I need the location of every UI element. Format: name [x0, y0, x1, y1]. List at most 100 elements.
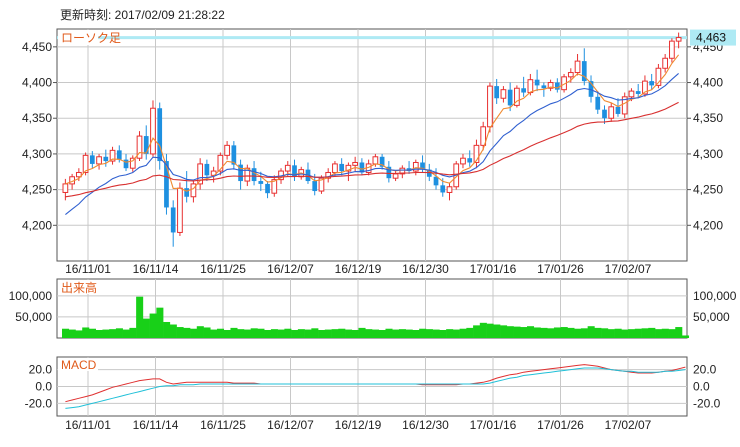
volume-bar [385, 328, 393, 338]
candle-body-up [527, 79, 534, 94]
macd-y-ticks-left: 20.0 0.0 -20.0 [25, 363, 53, 411]
volume-bar [129, 327, 137, 338]
candle-x-tick-label: 16/11/25 [200, 262, 246, 276]
volume-bar [163, 321, 171, 338]
candle-body-up [62, 183, 69, 193]
volume-bar [668, 329, 676, 338]
candle-body-down [265, 183, 270, 194]
candle-body-down [116, 150, 122, 160]
volume-bar [62, 328, 70, 338]
candle-body-up [352, 161, 359, 166]
candle-title: ローソク足 [61, 31, 121, 45]
volume-bar [183, 327, 191, 338]
volume-bar [452, 329, 460, 338]
macd-y-tick-label: 0.0 [693, 380, 710, 394]
volume-bar [661, 328, 669, 338]
volume-bar [540, 327, 548, 338]
volume-bar [223, 329, 231, 338]
volume-bar [560, 327, 568, 338]
stock-chart-widget: 更新時刻: 2017/02/09 21:28:22 4,450 4,400 4,35… [0, 0, 740, 447]
volume-bar [250, 328, 258, 338]
macd-x-tick-label: 16/11/25 [200, 418, 246, 432]
volume-bar [358, 327, 366, 338]
volume-bar [156, 307, 164, 338]
candle-y-tick-label: 4,250 [693, 183, 723, 197]
candle-body-down [170, 207, 176, 233]
candle-y-tick-label: 4,200 [22, 218, 52, 232]
macd-x-tick-label: 16/12/19 [335, 418, 382, 432]
volume-bar [210, 329, 218, 338]
candle-body-up [96, 156, 102, 165]
candle-body-down [184, 188, 190, 197]
candle-body-up [460, 157, 466, 165]
candle-body-up [628, 90, 635, 98]
volume-bar [237, 329, 245, 338]
volume-y-tick-label: 100,000 [9, 289, 53, 303]
volume-bar [432, 329, 440, 338]
volume-bar [243, 329, 251, 338]
volume-bar [533, 327, 541, 338]
candle-y-tick-label: 4,250 [22, 183, 52, 197]
volume-bar [628, 329, 636, 338]
candle-body-up [487, 85, 493, 128]
volume-bar [331, 329, 339, 338]
candle-body-down [204, 163, 210, 176]
volume-bar [412, 329, 420, 338]
volume-bar [176, 327, 184, 338]
candle-y-tick-label: 4,450 [22, 40, 52, 54]
volume-bar [553, 327, 561, 338]
candle-x-ticks: 16/11/01 16/11/14 16/11/25 16/12/07 16/12/19… [65, 262, 652, 276]
volume-bar [82, 327, 90, 338]
macd-x-tick-label: 17/02/07 [605, 418, 652, 432]
candle-x-tick-label: 16/12/19 [335, 262, 382, 276]
volume-bar [641, 328, 649, 338]
macd-y-tick-label: -20.0 [693, 396, 721, 410]
volume-bar [479, 322, 487, 338]
volume-bar [102, 329, 110, 338]
candle-body-down [440, 185, 446, 193]
volume-bar [270, 329, 278, 338]
candle-body-down [507, 89, 513, 106]
candle-body-down [339, 163, 345, 172]
volume-bar [95, 329, 103, 338]
candle-body-down [494, 86, 500, 99]
candle-body-down [541, 85, 547, 89]
macd-y-tick-label: 0.0 [35, 380, 52, 394]
volume-bar [109, 329, 117, 338]
volume-bar [459, 328, 467, 338]
candle-body-up [675, 37, 682, 42]
volume-bar [506, 326, 514, 338]
volume-bar [203, 327, 211, 338]
candle-body-up [567, 72, 574, 78]
volume-bar [338, 328, 346, 338]
candle-body-up [372, 156, 379, 165]
candle-body-down [635, 91, 641, 94]
volume-bar [614, 328, 622, 338]
candle-x-tick-label: 17/01/26 [537, 262, 584, 276]
candle-body-down [258, 181, 264, 184]
volume-bar [196, 326, 204, 338]
candle-body-down [602, 109, 607, 119]
candle-x-tick-label: 16/12/30 [402, 262, 449, 276]
volume-bar [136, 296, 144, 338]
volume-bar [318, 329, 326, 338]
volume-y-tick-label: 50,000 [15, 310, 52, 324]
volume-bar [68, 329, 76, 338]
volume-y-ticks-right: 100,000 50,000 [693, 289, 737, 324]
volume-bar [378, 329, 386, 338]
candle-body-up [608, 106, 615, 119]
volume-bar [419, 328, 427, 338]
candle-y-ticks-right: 4,4504,4004,3504,3004,2504,200 [693, 40, 723, 232]
volume-bar [675, 327, 683, 338]
volume-bar [345, 329, 353, 338]
volume-bar [217, 328, 225, 338]
volume-bar [473, 325, 481, 338]
candle-body-down [649, 81, 655, 86]
candle-x-tick-label: 17/02/07 [605, 262, 652, 276]
volume-bar [621, 329, 629, 338]
candle-y-tick-label: 4,400 [22, 76, 52, 90]
candle-body-down [595, 96, 601, 110]
candle-x-tick-label: 17/01/16 [470, 262, 517, 276]
volume-bar [425, 329, 433, 338]
volume-bar [257, 328, 265, 338]
